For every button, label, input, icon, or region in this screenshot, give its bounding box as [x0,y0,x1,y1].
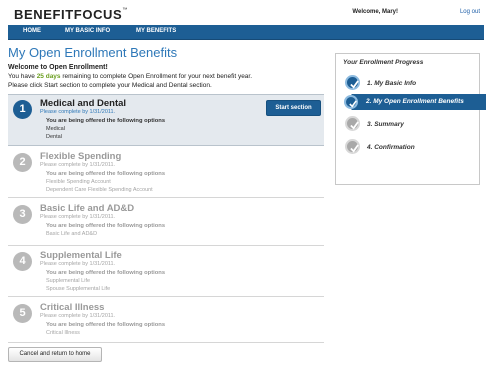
check-icon [345,116,360,131]
section-title: Medical and Dental [40,98,127,109]
section-supplemental-life: 4 Supplemental Life Please complete by 1… [8,247,324,297]
nav-home[interactable]: HOME [23,28,41,34]
section-due-date: Please complete by 1/31/2011. [40,313,116,319]
section-option: Medical [46,126,65,132]
section-offer-heading: You are being offered the following opti… [46,118,166,124]
nav-my-benefits[interactable]: MY BENEFITS [136,28,176,34]
section-critical-illness: 5 Critical Illness Please complete by 1/… [8,299,324,343]
progress-title: Your Enrollment Progress [343,59,424,66]
check-icon [345,75,360,90]
section-title: Flexible Spending [40,151,122,162]
progress-step-open-enrollment: 2. My Open Enrollment Benefits [366,98,464,105]
section-option: Critical Illness [46,330,80,336]
section-due-date: Please complete by 1/31/2011. [40,109,116,115]
progress-step-confirmation: 4. Confirmation [367,144,415,151]
intro-days-remaining: You have 25 days remaining to complete O… [8,73,253,80]
days-remaining: 25 days [36,73,61,80]
section-due-date: Please complete by 1/31/2011. [40,261,116,267]
section-number-badge: 4 [13,252,32,271]
welcome-message: Welcome, Mary! [352,9,398,15]
section-flexible-spending: 2 Flexible Spending Please complete by 1… [8,148,324,198]
section-offer-heading: You are being offered the following opti… [46,322,166,328]
section-title: Critical Illness [40,302,105,313]
section-due-date: Please complete by 1/31/2011. [40,162,116,168]
section-number-badge: 1 [13,100,32,119]
page-title: My Open Enrollment Benefits [8,45,178,60]
progress-step-summary: 3. Summary [367,121,404,128]
section-option: Supplemental Life [46,278,91,284]
section-offer-heading: You are being offered the following opti… [46,223,166,229]
enrollment-progress-panel: Your Enrollment Progress 1. My Basic Inf… [335,53,480,185]
section-due-date: Please complete by 1/31/2011. [40,214,116,220]
section-option: Basic Life and AD&D [46,231,98,237]
section-basic-life: 3 Basic Life and AD&D Please complete by… [8,200,324,246]
main-nav: HOME MY BASIC INFO MY BENEFITS [8,25,484,40]
section-offer-heading: You are being offered the following opti… [46,270,166,276]
section-offer-heading: You are being offered the following opti… [46,171,166,177]
progress-step-basic-info: 1. My Basic Info [367,80,417,87]
check-icon [344,95,358,109]
welcome-heading: Welcome to Open Enrollment! [8,64,108,71]
start-section-button[interactable]: Start section [266,100,321,116]
cancel-return-home-button[interactable]: Cancel and return to home [8,347,102,362]
section-number-badge: 5 [13,304,32,323]
intro-instruction: Please click Start section to complete y… [8,82,212,89]
nav-my-basic-info[interactable]: MY BASIC INFO [65,28,110,34]
section-option: Spouse Supplemental Life [46,286,111,292]
logout-link[interactable]: Log out [460,9,480,15]
section-medical-dental: 1 Medical and Dental Please complete by … [8,94,324,146]
section-number-badge: 3 [13,205,32,224]
section-option: Dental [46,134,62,140]
section-number-badge: 2 [13,153,32,172]
section-option: Flexible Spending Account [46,179,111,185]
section-option: Dependent Care Flexible Spending Account [46,187,153,193]
section-title: Basic Life and AD&D [40,203,135,214]
section-title: Supplemental Life [40,250,122,261]
check-icon [345,139,360,154]
logo: BENEFITFOCUS™ [14,7,128,22]
